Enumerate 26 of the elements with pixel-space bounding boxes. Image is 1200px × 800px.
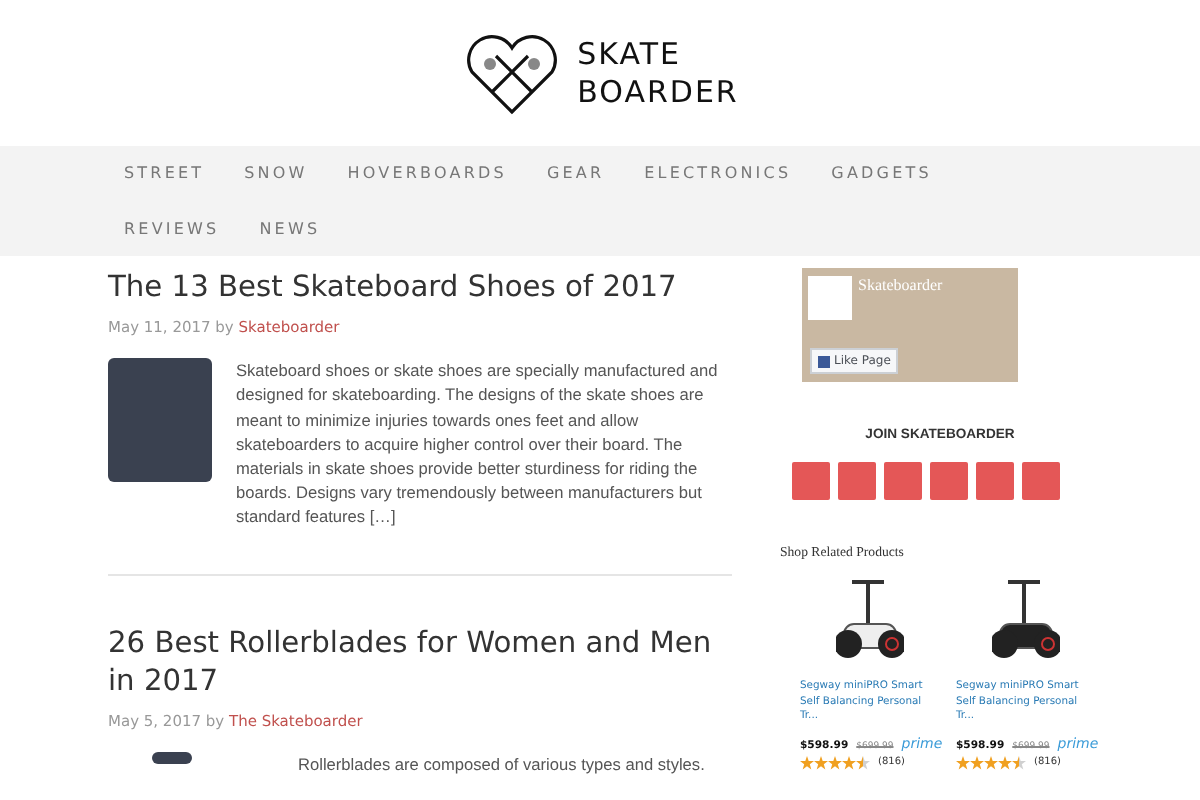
heart-logo-icon — [461, 31, 562, 115]
half-star-icon — [1012, 756, 1026, 771]
nav-link[interactable]: STREET — [124, 146, 205, 201]
social-icon[interactable] — [976, 462, 1014, 501]
facebook-icon — [818, 355, 830, 367]
nav-link[interactable]: HOVERBOARDS — [347, 146, 507, 201]
post-title[interactable]: 26 Best Rollerblades for Women and Men in 2017 — [108, 623, 732, 700]
half-star-icon — [856, 756, 870, 771]
photo-placeholder — [152, 751, 192, 764]
social-icon[interactable] — [930, 462, 968, 501]
nav-link[interactable]: NEWS — [259, 201, 321, 256]
social-icon[interactable] — [838, 462, 876, 501]
photo-placeholder — [108, 358, 212, 483]
logo-text[interactable]: SKATE BOARDER — [577, 35, 739, 111]
post-title[interactable]: The 13 Best Skateboard Shoes of 2017 — [108, 268, 732, 306]
logo-thumbnail — [808, 276, 852, 320]
nav-link[interactable]: ELECTRONICS — [644, 146, 792, 201]
post-excerpt: Skateboard shoes or skate shoes are specially manufactured and designed for skateboarding. The designs of the skate shoes are meant to minimize injuries towards ones feet and allow skateboarders to acquire higher control over their board. The materials in skate shoes provide better sturdiness for riding the boards. Designs vary tremendously between manufacturers but standard features […] — [236, 358, 720, 530]
nav-link[interactable]: GEAR — [546, 146, 605, 201]
nav-link[interactable]: REVIEWS — [124, 201, 220, 256]
nav-link[interactable]: SNOW — [244, 146, 308, 201]
nav-link[interactable]: GADGETS — [831, 146, 932, 201]
social-icon[interactable] — [792, 462, 830, 501]
social-icon[interactable] — [884, 462, 922, 501]
social-icon[interactable] — [1022, 462, 1060, 501]
post-excerpt: Rollerblades are composed of various types and styles. — [298, 751, 705, 777]
